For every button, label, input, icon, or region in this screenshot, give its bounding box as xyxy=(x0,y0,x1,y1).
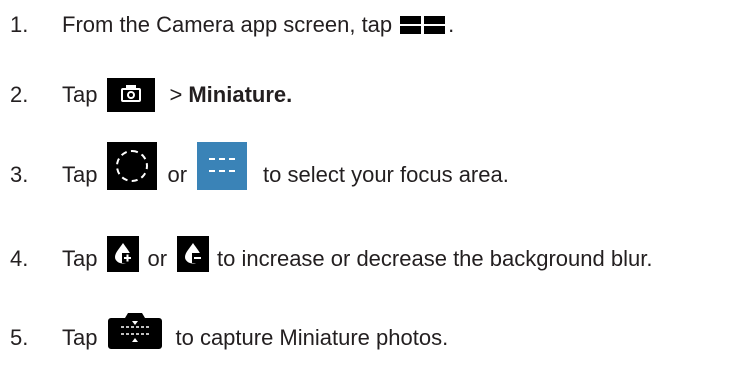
step-connector: or xyxy=(167,162,188,187)
step-number: 3. xyxy=(10,162,29,187)
step-content: Tap or to increase or decrease the backg… xyxy=(62,236,653,272)
step-number: 1. xyxy=(10,12,29,37)
step-text-end: to increase or decrease the background b… xyxy=(217,246,653,271)
step-text: Tap xyxy=(62,162,98,187)
step-connector: or xyxy=(147,246,168,271)
step-content: From the Camera app screen, tap . xyxy=(62,12,454,38)
grid-menu-icon xyxy=(400,14,446,36)
circle-focus-icon xyxy=(107,142,158,190)
step-text-end: to capture Miniature photos. xyxy=(175,325,449,350)
step-content: Tap > Miniature. xyxy=(62,78,292,112)
blur-increase-icon xyxy=(107,236,140,272)
blur-decrease-icon xyxy=(177,236,210,272)
step-text: From the Camera app screen, tap xyxy=(62,12,393,37)
step-content: Tap or to select your focus area. xyxy=(62,142,509,190)
step-separator: > xyxy=(169,82,183,107)
step-text-end: to select your focus area. xyxy=(263,162,509,187)
step-number: 4. xyxy=(10,246,29,271)
camera-settings-icon xyxy=(107,78,156,112)
step-text: Tap xyxy=(62,325,98,350)
linear-focus-icon xyxy=(197,142,248,190)
step-text: Tap xyxy=(62,246,98,271)
step-number: 5. xyxy=(10,325,29,350)
step-text: Tap xyxy=(62,82,98,107)
step-content: Tap to capture Miniature photos. xyxy=(62,313,449,351)
capture-miniature-icon xyxy=(107,310,163,350)
step-number: 2. xyxy=(10,82,29,107)
step-text-end: . xyxy=(448,12,455,37)
step-bold-text: Miniature. xyxy=(188,82,293,107)
